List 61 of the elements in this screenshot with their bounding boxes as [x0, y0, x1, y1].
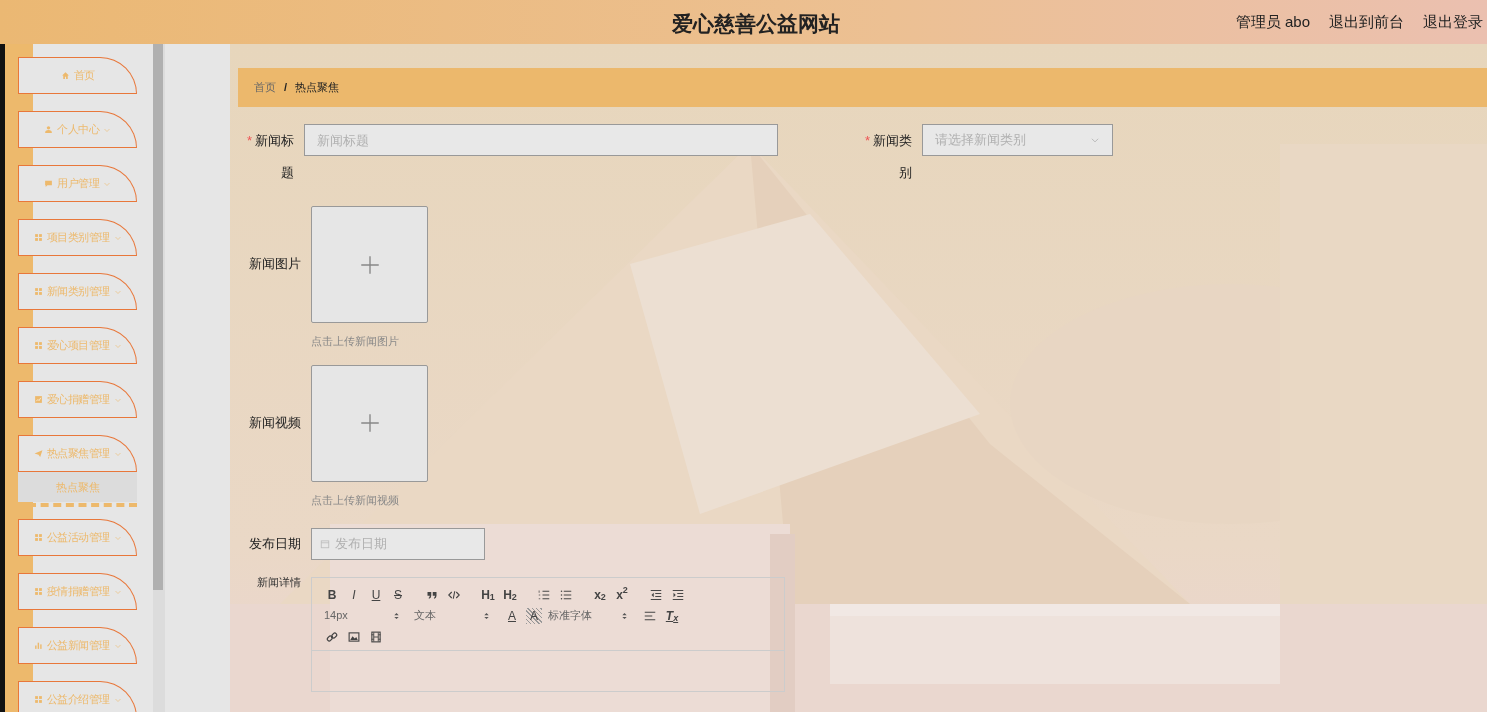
align-left-icon[interactable]	[644, 609, 656, 622]
format-button[interactable]: T$_{x}$	[664, 607, 680, 624]
outdent-icon[interactable]	[650, 588, 662, 601]
bar-chart-icon	[33, 641, 43, 650]
updown-arrows-icon	[393, 610, 400, 621]
field-label: 发布日期	[248, 535, 301, 553]
required-asterisk: *	[864, 133, 870, 148]
format-button[interactable]: U	[368, 586, 384, 603]
header-link[interactable]: 退出登录	[1423, 10, 1483, 34]
upload-hint: 点击上传新闻视频	[311, 492, 400, 508]
scrollbar-thumb[interactable]	[153, 44, 163, 590]
numbered-list-icon[interactable]	[538, 588, 550, 601]
format-button[interactable]: A	[526, 607, 542, 624]
format-button[interactable]: S	[390, 586, 406, 603]
grid-icon	[33, 587, 43, 596]
breadcrumb-separator: /	[284, 80, 288, 96]
plus-icon	[359, 254, 380, 275]
field-label: 新闻详情	[256, 575, 301, 590]
format-select[interactable]: 文本	[414, 607, 490, 624]
user-name[interactable]: 管理员 abo	[1235, 10, 1310, 34]
grid-icon	[33, 233, 43, 242]
grid-icon	[33, 533, 43, 542]
format-select[interactable]: 14px	[324, 607, 400, 624]
format-button[interactable]: x$^{2}$	[614, 586, 630, 603]
format-button[interactable]: I	[346, 586, 362, 603]
image-icon[interactable]	[348, 630, 360, 643]
chart-square-icon	[33, 395, 43, 404]
format-button[interactable]: A	[504, 607, 520, 624]
user-icon	[44, 125, 53, 134]
chat-icon	[44, 179, 53, 188]
format-button[interactable]: x$_{2}$	[592, 586, 608, 603]
grid-icon	[33, 695, 43, 704]
chevron-down-icon	[1090, 135, 1100, 145]
field-label: 新闻图片	[248, 255, 301, 273]
upload-hint: 点击上传新闻图片	[311, 334, 400, 349]
format-button[interactable]: H$_{1}$	[480, 586, 496, 603]
link-icon[interactable]	[326, 630, 338, 643]
breadcrumb-link[interactable]: 热点聚焦	[295, 79, 340, 96]
film-icon[interactable]	[370, 630, 382, 643]
required-asterisk: *	[246, 133, 252, 148]
grid-icon	[33, 287, 43, 296]
grid-icon	[33, 341, 43, 350]
format-select[interactable]: 标准字体	[548, 607, 628, 624]
header-link[interactable]: 退出到前台	[1329, 10, 1404, 34]
format-button[interactable]: B	[324, 586, 340, 603]
home-icon	[60, 71, 70, 80]
field-label: 新闻视频	[248, 413, 301, 432]
indent-icon[interactable]	[672, 588, 684, 601]
updown-arrows-icon	[621, 610, 628, 621]
site-title: 爱心慈善公益网站	[672, 11, 840, 37]
field-label: * 新闻标题	[245, 132, 294, 182]
format-button[interactable]: H$_{2}$	[502, 586, 518, 603]
calendar-icon	[320, 539, 330, 549]
code-icon[interactable]	[448, 588, 460, 601]
plus-icon	[359, 413, 380, 433]
bullet-list-icon[interactable]	[560, 588, 572, 601]
paper-plane-icon	[33, 449, 43, 458]
breadcrumb-link[interactable]: 首页	[254, 79, 276, 96]
updown-arrows-icon	[483, 610, 490, 621]
rich-text-editor[interactable]: B I U S H$_{1}$ H$_{2}$ x$_{2}$ x$^{2}$ 14px 文本 A A 标准字体 T$_{x}$	[311, 577, 785, 692]
field-label: * 新闻类别	[863, 132, 912, 182]
